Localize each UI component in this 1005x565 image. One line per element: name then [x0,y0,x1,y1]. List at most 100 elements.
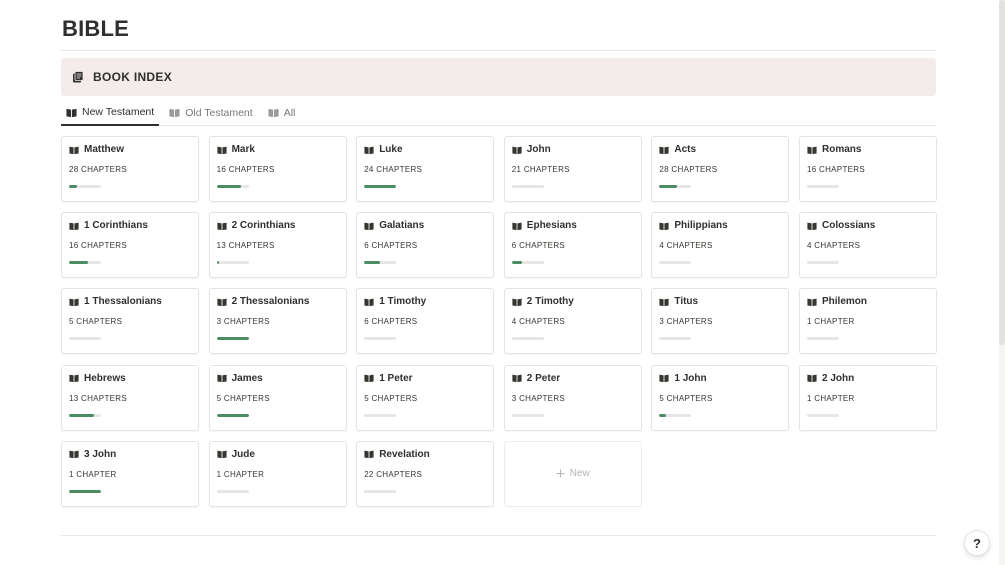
book-name: 2 Timothy [526,296,574,308]
book-card-header: 2 John [807,373,854,384]
book-name: Matthew [84,144,124,155]
chapter-count: 1 CHAPTER [807,317,855,327]
book-icon [69,222,79,230]
book-icon [512,222,522,230]
book-card[interactable]: Titus 3 CHAPTERS [651,288,790,355]
book-card[interactable]: Jude 1 CHAPTER [208,440,347,507]
view-tabs: New Testament Old Testament All [61,100,936,126]
book-icon [217,298,227,307]
book-card[interactable]: 1 Corinthians 16 CHAPTERS [61,212,199,279]
chapter-count: 6 CHAPTERS [511,241,566,251]
progress-bar [69,185,101,188]
book-card[interactable]: 1 Thessalonians 5 CHAPTERS [61,288,199,355]
progress-bar [659,413,692,417]
book-card-header: 3 John [69,449,116,460]
book-card[interactable]: 1 John 5 CHAPTERS [651,364,790,431]
book-name: 2 Thessalonians [231,296,310,308]
tab-old-testament[interactable]: Old Testament [164,100,258,125]
book-name: Jude [231,448,255,460]
tab-all[interactable]: All [263,100,301,125]
book-name: Colossians [822,220,876,232]
book-icon [69,450,79,459]
book-card-header: Romans [807,144,861,155]
book-card[interactable]: 2 Timothy 4 CHAPTERS [503,288,642,355]
new-card-button[interactable]: New [503,440,642,507]
book-icon [217,374,227,383]
callout-title: BOOK INDEX [93,70,173,84]
progress-bar [364,337,397,341]
book-card[interactable]: 1 Peter 5 CHAPTERS [356,364,495,431]
book-card-header: Acts [659,144,696,155]
chapter-count: 3 CHAPTERS [659,317,713,327]
help-button[interactable]: ? [964,530,990,556]
book-card[interactable]: Galatians 6 CHAPTERS [356,212,495,279]
book-card[interactable]: Hebrews 13 CHAPTERS [61,364,199,431]
book-icon [217,146,227,154]
plus-icon [556,469,565,478]
progress-bar-fill [364,185,397,188]
book-card[interactable]: 2 Corinthians 13 CHAPTERS [208,212,347,279]
book-name: Titus [674,296,699,308]
book-icon [512,298,522,307]
book-card[interactable]: Acts 28 CHAPTERS [651,136,790,202]
book-card[interactable]: 2 Thessalonians 3 CHAPTERS [208,288,347,355]
progress-bar-fill [69,489,101,493]
book-icon [217,450,227,459]
book-name: 2 John [822,372,855,384]
progress-bar [216,185,249,188]
progress-bar [807,185,839,188]
book-card[interactable]: John 21 CHAPTERS [503,136,642,202]
progress-bar-fill [69,261,89,265]
book-name: 1 John [674,372,707,384]
book-card-header: 2 Timothy [512,296,574,307]
book-card[interactable]: Philippians 4 CHAPTERS [651,212,790,279]
progress-bar-fill [511,261,523,265]
tab-label: New Testament [82,106,155,118]
chapter-count: 1 CHAPTER [216,469,265,479]
chapter-count: 5 CHAPTERS [69,317,123,327]
book-name: 2 Corinthians [231,220,296,232]
book-name: Philemon [822,296,868,308]
book-card[interactable]: 2 John 1 CHAPTER [799,364,937,431]
book-card[interactable]: James 5 CHAPTERS [208,364,347,431]
progress-bar [216,337,249,341]
progress-bar [216,261,249,265]
book-card[interactable]: Philemon 1 CHAPTER [799,288,937,355]
book-icon [807,222,817,230]
book-card[interactable]: Ephesians 6 CHAPTERS [503,212,642,279]
book-name: 2 Peter [526,372,561,384]
book-icon [364,298,374,307]
book-card[interactable]: Matthew 28 CHAPTERS [61,136,199,202]
book-card-header: 1 Peter [364,372,413,384]
chapter-count: 16 CHAPTERS [69,241,127,251]
book-card-header: Matthew [69,144,124,155]
page-title: BIBLE [62,16,129,41]
scrollbar[interactable] [999,0,1005,565]
progress-bar [69,413,101,417]
book-card[interactable]: Romans 16 CHAPTERS [799,136,937,202]
book-icon [659,222,669,230]
progress-bar [69,489,101,493]
chapter-count: 3 CHAPTERS [511,393,566,403]
chapter-count: 4 CHAPTERS [659,241,713,251]
scrollbar-thumb[interactable] [999,0,1005,345]
chapter-count: 6 CHAPTERS [364,317,418,327]
progress-bar-fill [364,261,381,265]
book-card[interactable]: 1 Timothy 6 CHAPTERS [356,288,495,355]
book-card[interactable]: Colossians 4 CHAPTERS [799,212,937,279]
book-card[interactable]: Revelation 22 CHAPTERS [356,440,495,507]
book-card[interactable]: Mark 16 CHAPTERS [208,136,347,202]
book-card-header: John [512,144,551,155]
book-card-header: Philippians [659,220,728,231]
tab-new-testament[interactable]: New Testament [61,100,160,126]
chapter-count: 1 CHAPTER [807,393,855,403]
chapter-count: 1 CHAPTER [69,469,117,479]
book-card-header: 1 Corinthians [69,220,148,231]
book-card-header: 2 Thessalonians [217,296,310,308]
book-card-header: 2 Peter [512,373,560,384]
book-name: 1 Peter [379,372,413,384]
book-card[interactable]: 2 Peter 3 CHAPTERS [503,364,642,431]
book-card[interactable]: Luke 24 CHAPTERS [356,136,495,202]
book-card[interactable]: 3 John 1 CHAPTER [61,440,199,507]
book-name: 1 Timothy [379,296,427,308]
